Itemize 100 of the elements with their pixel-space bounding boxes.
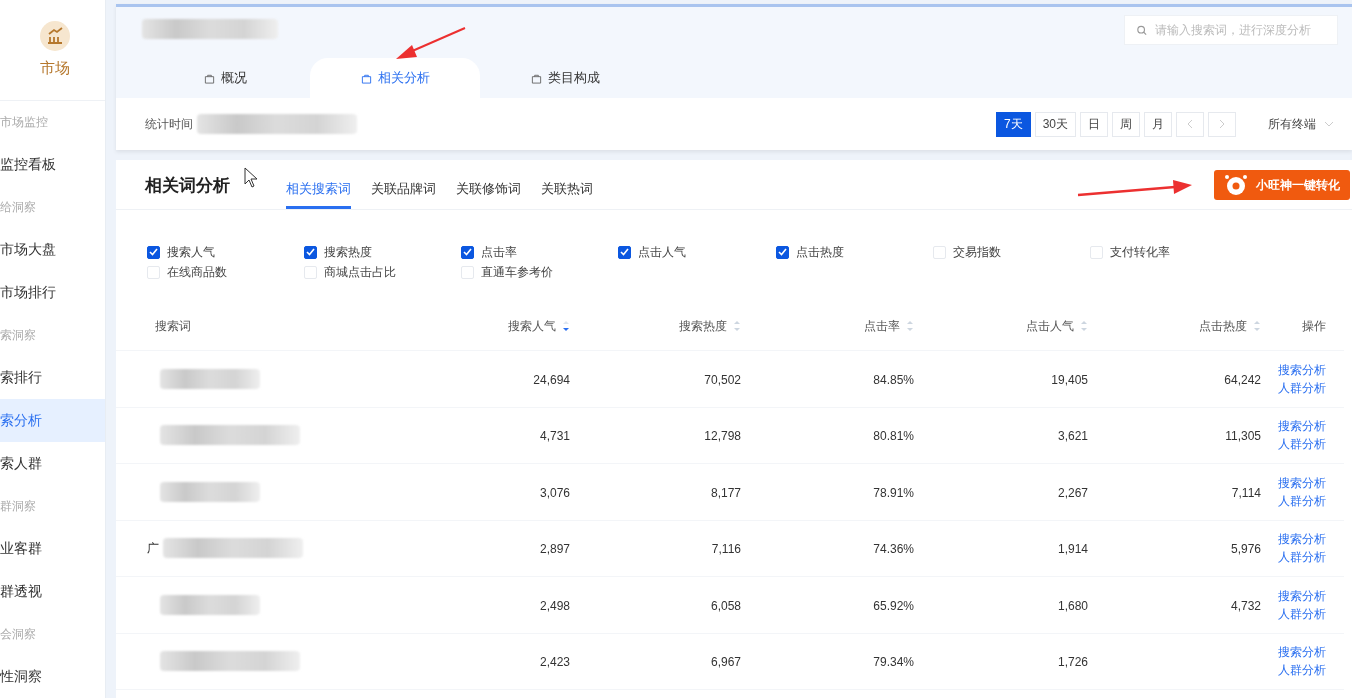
period-button[interactable]: 月 [1144, 111, 1172, 137]
table-cell: 79.34% [873, 655, 914, 670]
metric-checkbox[interactable]: 搜索热度 [304, 245, 462, 259]
table-cell: 2,423 [539, 655, 570, 670]
sidebar-item[interactable]: 索排行 [0, 356, 105, 399]
sidebar-group-header: 市场监控 [0, 114, 49, 131]
metric-checkbox[interactable]: 点击热度 [775, 245, 933, 259]
arrow-annotation [396, 27, 466, 59]
table-cell: 5,976 [1230, 542, 1261, 557]
module-label: 市场 [39, 57, 70, 78]
action-link[interactable]: 搜索分析 [1278, 474, 1326, 491]
analysis-tab[interactable]: 相关搜索词 [286, 171, 351, 209]
sidebar-group-header: 索洞察 [0, 327, 37, 344]
sidebar-item[interactable]: 市场排行 [0, 271, 105, 314]
sidebar-item[interactable]: 监控看板 [0, 143, 105, 186]
action-link[interactable]: 人群分析 [1278, 549, 1326, 566]
checkbox[interactable] [775, 245, 789, 259]
action-link[interactable]: 人群分析 [1278, 605, 1326, 622]
action-link[interactable]: 人群分析 [1278, 436, 1326, 453]
period-button[interactable]: 30天 [1034, 111, 1076, 137]
sidebar-item[interactable]: 索人群 [0, 442, 105, 485]
table-cell: 3,621 [1057, 429, 1088, 444]
metric-checkbox[interactable]: 支付转化率 [1089, 245, 1247, 259]
page-tab[interactable]: 概况 [140, 58, 310, 98]
sidebar-item[interactable]: 索分析 [0, 399, 105, 442]
checkbox[interactable] [304, 245, 318, 259]
column-header: 点击人气 [1026, 317, 1074, 335]
period-button[interactable]: 日 [1080, 111, 1108, 137]
search-input[interactable]: 请输入搜索词，进行深度分析 [1154, 21, 1325, 39]
table-cell-text: 广 [147, 540, 159, 558]
checkmark-icon [463, 248, 473, 256]
table-cell: 2,267 [1057, 485, 1088, 500]
bag-icon [203, 72, 215, 84]
action-link[interactable]: 人群分析 [1278, 492, 1326, 509]
metric-checkbox[interactable]: 交易指数 [932, 245, 1090, 259]
bag-icon [360, 72, 372, 84]
table-cell: 7,114 [1231, 485, 1261, 500]
metric-checkbox[interactable]: 直通车参考价 [461, 265, 619, 279]
action-link[interactable]: 搜索分析 [1278, 587, 1326, 604]
sidebar-item[interactable]: 性洞察 [0, 655, 105, 698]
analysis-tab[interactable]: 关联热词 [541, 171, 593, 209]
metric-checkbox[interactable]: 搜索人气 [147, 245, 305, 259]
action-link[interactable]: 人群分析 [1278, 379, 1326, 396]
table-cell: 2,897 [539, 542, 570, 557]
bag-icon [530, 72, 542, 84]
page-tab[interactable]: 类目构成 [480, 58, 650, 98]
table-cell: 6,058 [710, 598, 741, 613]
table-cell: 3,076 [539, 485, 570, 500]
search-icon [1137, 24, 1147, 36]
table-cell: 1,914 [1057, 542, 1088, 557]
metric-checkbox[interactable]: 商城点击占比 [304, 265, 462, 279]
metric-checkbox[interactable]: 点击率 [461, 245, 619, 259]
table-cell: 2,498 [539, 598, 570, 613]
market-chart-icon [39, 20, 70, 51]
next-button[interactable] [1208, 111, 1236, 137]
metric-checkbox[interactable]: 在线商品数 [147, 265, 305, 279]
column-header: 搜索人气 [508, 317, 556, 335]
terminal-dropdown[interactable]: 所有终端 [1268, 115, 1334, 133]
action-link[interactable]: 搜索分析 [1278, 644, 1326, 661]
table-cell: 80.81% [873, 429, 914, 444]
table-cell: 4,732 [1230, 598, 1261, 613]
column-header: 操作 [1302, 317, 1326, 335]
table-cell: 1,726 [1057, 655, 1088, 670]
checkbox[interactable] [461, 245, 475, 259]
column-header: 点击率 [864, 317, 900, 335]
table-cell: 64,242 [1224, 372, 1261, 387]
table-cell: 24,694 [533, 372, 570, 387]
table-cell: 19,405 [1051, 372, 1088, 387]
action-link[interactable]: 搜索分析 [1278, 531, 1326, 548]
column-header: 搜索热度 [679, 317, 727, 335]
previous-button[interactable] [1176, 111, 1204, 137]
action-link[interactable]: 人群分析 [1278, 662, 1326, 679]
chevron-right-icon [1219, 119, 1225, 129]
search-field[interactable]: 请输入搜索词，进行深度分析 [1124, 15, 1338, 45]
period-button[interactable]: 7天 [995, 111, 1031, 137]
table-cell: 74.36% [873, 542, 914, 557]
column-header: 搜索词 [155, 317, 191, 335]
sort-icon[interactable] [562, 319, 570, 332]
sidebar-item[interactable]: 群透视 [0, 570, 105, 613]
page-tab[interactable]: 相关分析 [310, 58, 480, 98]
analysis-tab[interactable]: 关联修饰词 [456, 171, 521, 209]
cursor-icon [244, 167, 258, 188]
sidebar-group-header: 群洞察 [0, 498, 37, 515]
analysis-tab[interactable]: 关联品牌词 [371, 171, 436, 209]
table-cell: 1,680 [1057, 598, 1088, 613]
checkbox[interactable] [618, 245, 632, 259]
checkmark-icon [149, 248, 158, 256]
action-link[interactable]: 搜索分析 [1278, 418, 1326, 435]
sidebar-item[interactable]: 业客群 [0, 527, 105, 570]
sidebar-group-header: 会洞察 [0, 626, 37, 643]
table-cell: 4,731 [539, 429, 570, 444]
mascot-icon [1224, 173, 1248, 196]
table-cell: 78.91% [873, 485, 914, 500]
chevron-left-icon [1187, 119, 1193, 129]
action-link[interactable]: 搜索分析 [1278, 361, 1326, 378]
checkbox[interactable] [147, 245, 160, 259]
sidebar-item[interactable]: 市场大盘 [0, 228, 105, 271]
sidebar-group-header: 给洞察 [0, 199, 37, 216]
period-button[interactable]: 周 [1112, 111, 1140, 137]
metric-checkbox[interactable]: 点击人气 [618, 245, 776, 259]
